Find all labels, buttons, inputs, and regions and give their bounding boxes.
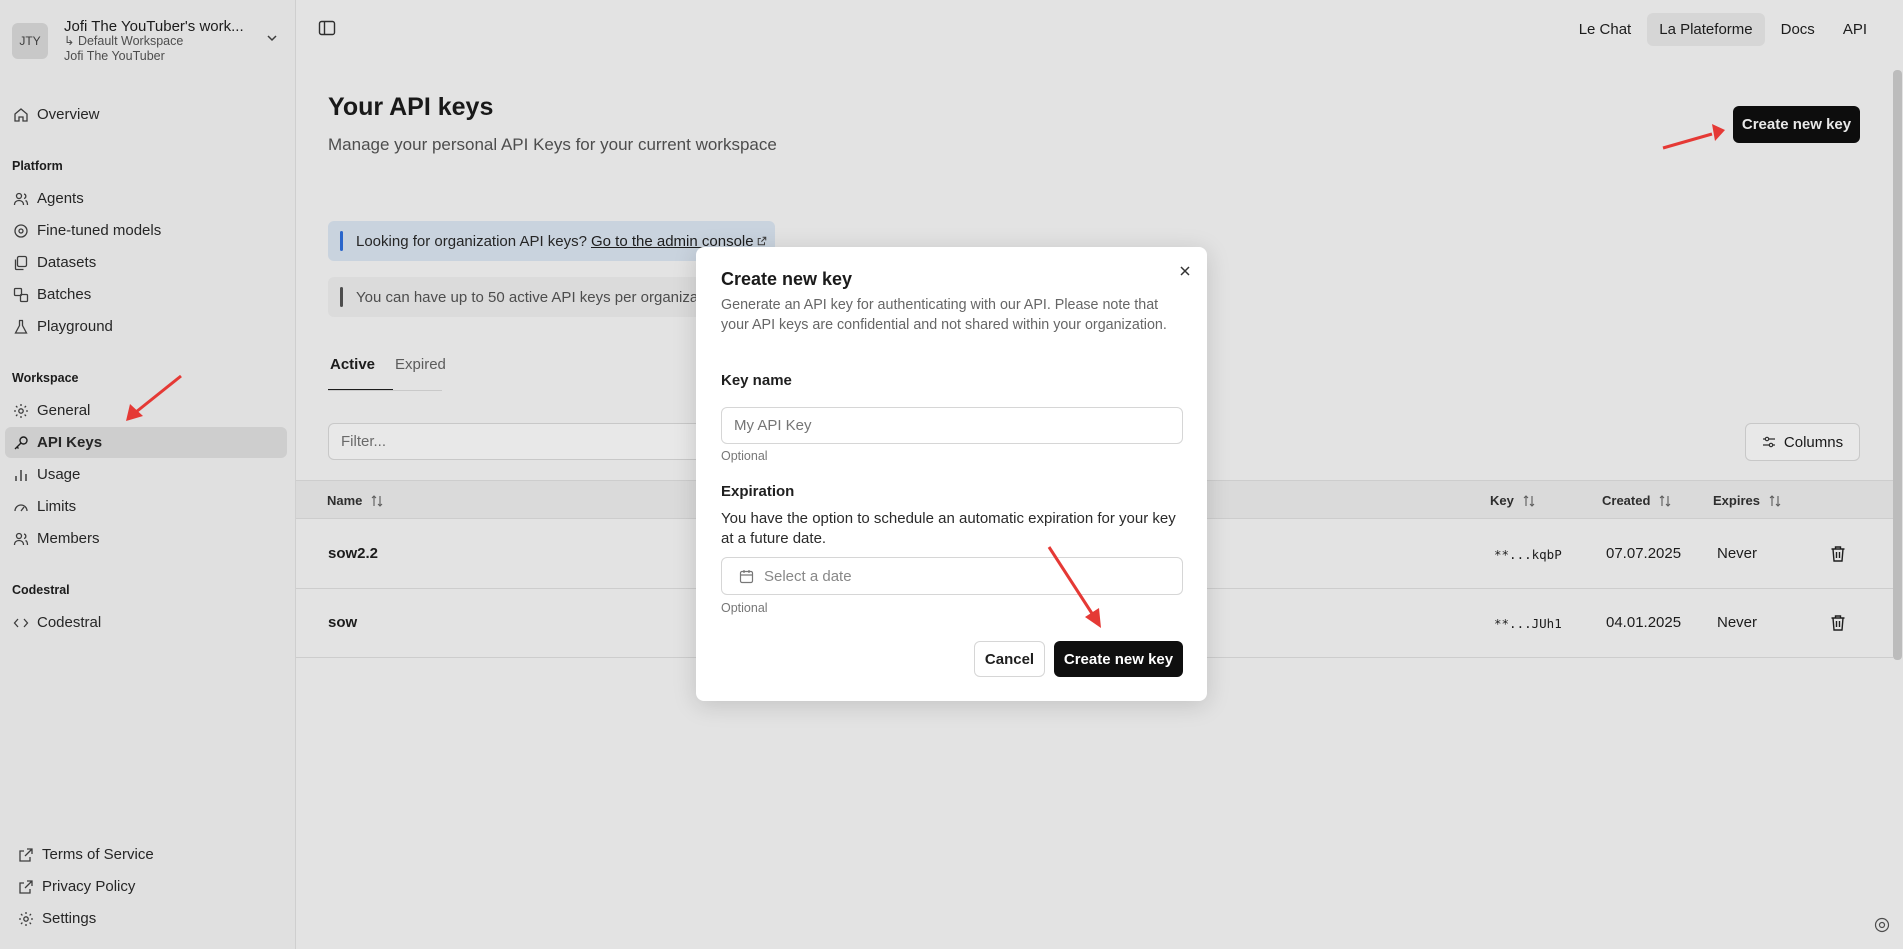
key-name-optional: Optional — [721, 449, 768, 463]
create-key-dialog: Create new key Generate an API key for a… — [696, 247, 1207, 701]
expiration-label: Expiration — [721, 483, 795, 500]
key-name-label: Key name — [721, 372, 792, 389]
key-name-input[interactable] — [721, 407, 1183, 444]
expiration-note: You have the option to schedule an autom… — [721, 510, 1176, 547]
close-icon[interactable] — [1178, 264, 1192, 278]
dialog-title: Create new key — [721, 269, 853, 289]
expiration-optional: Optional — [721, 601, 768, 615]
dialog-description: Generate an API key for authenticating w… — [721, 297, 1167, 333]
cancel-button[interactable]: Cancel — [974, 641, 1045, 677]
expiration-date-picker[interactable]: Select a date — [721, 557, 1183, 595]
date-placeholder: Select a date — [764, 567, 852, 585]
confirm-create-key-button[interactable]: Create new key — [1054, 641, 1183, 677]
calendar-icon — [739, 569, 754, 583]
